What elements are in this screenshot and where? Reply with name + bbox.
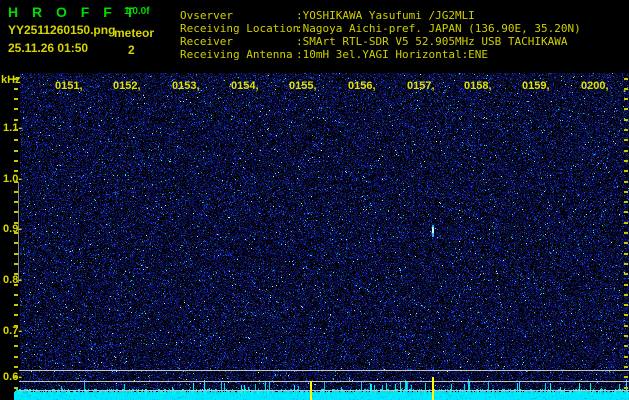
meteor-event-marker <box>310 381 312 400</box>
y-axis-tick-right <box>624 345 628 347</box>
y-axis-tick <box>14 284 18 286</box>
y-axis-tick <box>14 98 18 100</box>
y-axis-tick-right <box>624 232 628 234</box>
y-axis-tick-right <box>624 119 628 121</box>
station-info-row: Receiver :SMArt RTL-SDR V5 52.905MHz USB … <box>180 35 581 48</box>
y-axis-tick-right <box>624 387 628 389</box>
y-axis-tick-right <box>624 139 628 141</box>
y-axis-tick-right <box>624 294 628 296</box>
y-axis-unit: kHz <box>1 74 21 86</box>
y-axis-tick-right <box>624 108 628 110</box>
y-axis-tick <box>14 387 18 389</box>
y-axis-tick-right <box>624 242 628 244</box>
y-axis-tick-right <box>624 366 628 368</box>
y-axis-tick-right <box>624 88 628 90</box>
y-axis-tick-right <box>624 253 628 255</box>
y-axis-label: 1.1- <box>3 122 22 134</box>
y-axis-tick-right <box>624 273 628 275</box>
mode-label: meteor <box>114 26 155 40</box>
y-axis-tick <box>14 314 18 316</box>
x-axis-label: 0158, <box>464 80 492 92</box>
spectrogram-canvas <box>14 73 629 400</box>
x-axis-label: 0159, <box>522 80 550 92</box>
info-label: Ovserver <box>180 9 233 22</box>
y-axis-tick-right <box>624 129 628 131</box>
y-axis-tick <box>14 325 18 327</box>
y-axis-tick-right <box>624 304 628 306</box>
x-axis-label: 0155, <box>289 80 317 92</box>
carrier-line <box>19 390 629 391</box>
y-axis-tick <box>14 335 18 337</box>
y-axis-tick <box>14 119 18 121</box>
x-axis-label: 0153, <box>172 80 200 92</box>
info-label: Receiving Antenna <box>180 48 293 61</box>
y-axis-tick <box>14 160 18 162</box>
meteor-event-marker <box>432 377 434 400</box>
y-axis-tick-right <box>624 376 628 378</box>
info-label: Receiver <box>180 35 233 48</box>
y-axis-tick <box>14 304 18 306</box>
y-axis-tick-right <box>624 78 628 80</box>
y-axis-tick-right <box>624 170 628 172</box>
y-axis-tick <box>14 366 18 368</box>
carrier-line <box>19 370 629 371</box>
station-info-row: Receiving Location:Nagoya Aichi-pref. JA… <box>180 22 581 35</box>
y-axis-label: 0.7- <box>3 325 22 337</box>
datetime-label: 25.11.26 01:50 <box>8 41 89 55</box>
x-axis-label: 0157, <box>407 80 435 92</box>
x-axis-label: 0200, <box>581 80 609 92</box>
y-axis-tick-right <box>624 211 628 213</box>
station-info-block: Ovserver:YOSHIKAWA Yasufumi /JG2MLI Recei… <box>180 9 581 61</box>
y-axis-tick <box>14 376 18 378</box>
x-axis-label: 0152, <box>113 80 141 92</box>
station-info-row: Ovserver :YOSHIKAWA Yasufumi /JG2MLI <box>180 9 581 22</box>
y-axis-tick <box>14 356 18 358</box>
info-value: :Nagoya Aichi-pref. JAPAN (136.90E, 35.2… <box>296 22 581 35</box>
info-value: :YOSHIKAWA Yasufumi /JG2MLI <box>296 9 475 22</box>
x-axis-label: 0156, <box>348 80 376 92</box>
y-axis-tick-right <box>624 325 628 327</box>
y-axis-tick <box>14 108 18 110</box>
carrier-line <box>19 381 629 382</box>
y-axis-tick <box>14 88 18 90</box>
info-label: Receiving Location <box>180 22 300 35</box>
y-axis-tick-right <box>624 314 628 316</box>
x-axis-label: 0154, <box>231 80 259 92</box>
y-axis-tick-right <box>624 98 628 100</box>
y-axis-tick-right <box>624 191 628 193</box>
hrofft-window: H R O F F T 1.0.0f YY2511260150.png mete… <box>0 0 629 400</box>
x-axis-label: 0151, <box>55 80 83 92</box>
y-axis-tick-right <box>624 222 628 224</box>
app-version: 1.0.0f <box>124 6 150 17</box>
y-axis-tick-right <box>624 201 628 203</box>
y-axis-tick-right <box>624 356 628 358</box>
y-axis-tick-right <box>624 263 628 265</box>
y-axis-tick <box>14 150 18 152</box>
y-axis-tick <box>14 345 18 347</box>
info-value: :10mH 3el.YAGI Horizontal:ENE <box>296 48 489 61</box>
meteor-count: 2 <box>128 43 135 57</box>
y-axis-tick-right <box>624 284 628 286</box>
y-axis-tick <box>14 129 18 131</box>
y-axis-tick-right <box>624 150 628 152</box>
station-info-row: Receiving Antenna:10mH 3el.YAGI Horizont… <box>180 48 581 61</box>
output-filename: YY2511260150.png <box>8 23 116 37</box>
y-axis-tick-right <box>624 181 628 183</box>
y-axis-tick-right <box>624 160 628 162</box>
y-axis-tick <box>14 170 18 172</box>
y-axis-tick <box>14 139 18 141</box>
y-axis-tick-right <box>624 335 628 337</box>
app-title: H R O F F T <box>8 4 140 20</box>
info-value: :SMArt RTL-SDR V5 52.905MHz USB TACHIKAW… <box>296 35 568 48</box>
y-axis-tick <box>14 294 18 296</box>
y-axis-tick <box>14 78 18 80</box>
left-edge-line <box>18 182 19 283</box>
